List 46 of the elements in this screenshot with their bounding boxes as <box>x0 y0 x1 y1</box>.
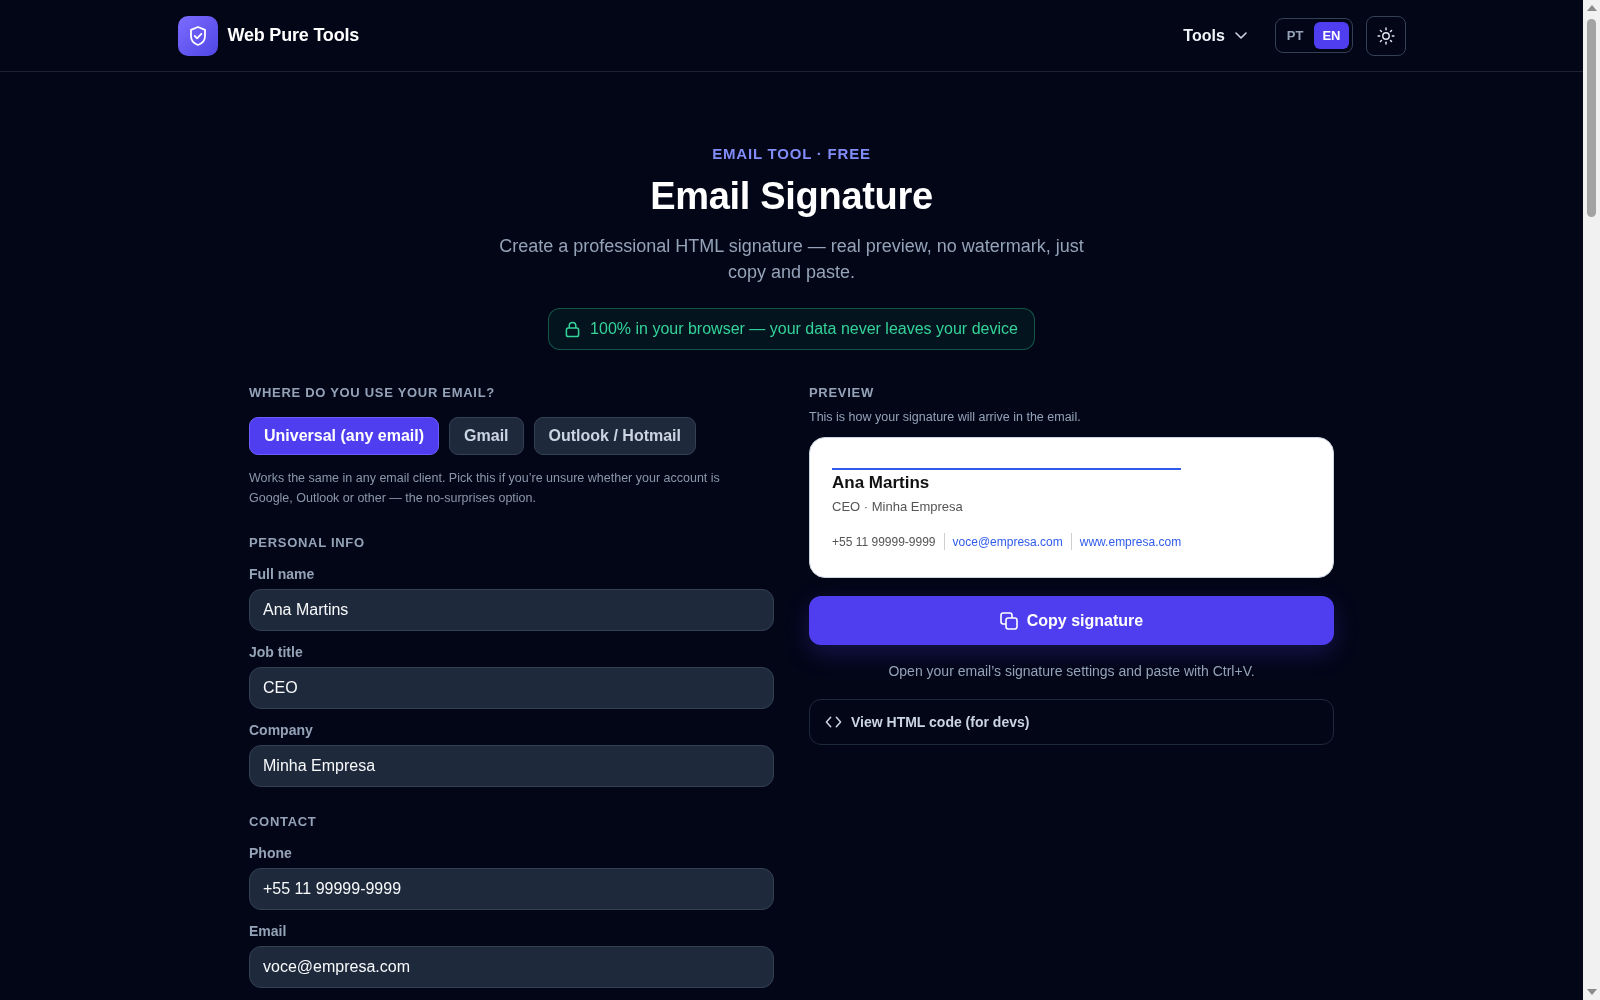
brand-name[interactable]: Web Pure Tools <box>227 25 360 46</box>
language-option[interactable]: PT <box>1278 22 1312 49</box>
section-heading: WHERE DO YOU USE YOUR EMAIL? <box>249 384 495 402</box>
view-html-code-button[interactable]: View HTML code (for devs) <box>809 699 1334 745</box>
section-heading: PERSONAL INFO <box>249 534 365 552</box>
copy-icon <box>999 611 1018 630</box>
field-label: Phone <box>249 844 292 862</box>
page-title: Email Signature <box>650 174 933 219</box>
signature-link[interactable]: voce@empresa.com <box>952 533 1063 550</box>
scrollbar-thumb[interactable] <box>1587 19 1596 217</box>
section-heading: PREVIEW <box>809 384 874 402</box>
theme-toggle-button[interactable] <box>1365 15 1406 56</box>
signature-role: CEO · Minha Empresa <box>832 499 964 515</box>
scrollbar[interactable] <box>1583 0 1600 1000</box>
paste-hint: Open your email’s signature settings and paste with Ctrl+V. <box>888 662 1255 681</box>
section-heading: CONTACT <box>249 813 317 831</box>
lock-icon <box>565 320 581 338</box>
language-option[interactable]: EN <box>1314 22 1349 49</box>
field-label: Company <box>249 721 313 739</box>
preview-caption: This is how your signature will arrive in the email. <box>809 409 1081 425</box>
copy-signature-button[interactable]: Copy signature <box>809 596 1334 645</box>
text-input[interactable]: Ana Martins <box>249 589 774 631</box>
privacy-text: 100% in your browser — your data never leaves your device <box>590 320 1018 338</box>
signature-phone: +55 11 99999-9999 <box>832 533 936 550</box>
scroll-up-icon[interactable] <box>1586 5 1597 11</box>
field-label: Job title <box>249 643 303 661</box>
sun-icon <box>1376 26 1395 45</box>
scroll-down-icon[interactable] <box>1586 989 1597 995</box>
help-text: Works the same in any email client. Pick this if you’re unsure whether your account is Google, Outlook or other — the no-surprises option. <box>249 470 721 507</box>
page-subtitle: Create a professional HTML signature — real preview, no watermark, just copy and paste. <box>498 235 1085 284</box>
email-client-option[interactable]: Outlook / Hotmail <box>533 417 696 455</box>
text-input[interactable]: CEO <box>249 667 774 709</box>
chevron-down-icon <box>1234 32 1247 39</box>
text-input[interactable]: Minha Empresa <box>249 745 774 787</box>
field-label: Email <box>249 922 287 940</box>
shield-check-icon[interactable] <box>177 15 218 56</box>
signature-name: Ana Martins <box>832 473 931 493</box>
tools-menu-button[interactable]: Tools <box>1181 22 1249 49</box>
email-client-option[interactable]: Gmail <box>449 417 524 455</box>
text-input[interactable]: voce@empresa.com <box>249 946 774 988</box>
text-input[interactable]: +55 11 99999-9999 <box>249 868 774 910</box>
email-client-option[interactable]: Universal (any email) <box>249 417 440 455</box>
field-label: Full name <box>249 565 315 583</box>
signature-link[interactable]: www.empresa.com <box>1079 533 1182 550</box>
code-icon <box>825 716 842 728</box>
eyebrow-label: EMAIL TOOL · FREE <box>712 144 871 164</box>
